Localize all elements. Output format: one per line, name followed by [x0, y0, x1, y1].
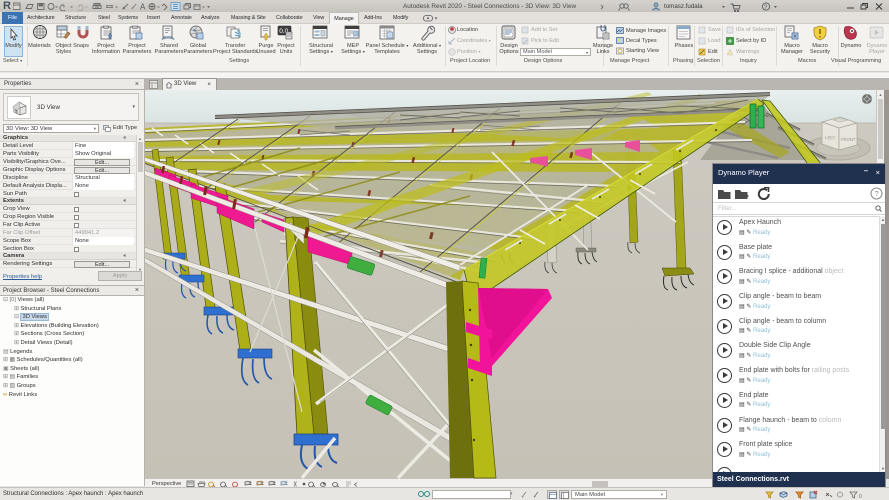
svg-text:LEFT: LEFT: [825, 135, 836, 141]
svg-text:0: 0: [859, 494, 862, 500]
svg-text:?: ?: [875, 189, 879, 198]
svg-text:FRONT: FRONT: [841, 137, 856, 142]
svg-text:A: A: [140, 3, 146, 12]
